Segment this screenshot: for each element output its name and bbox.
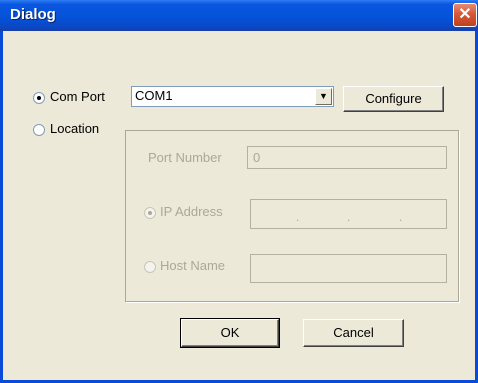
ip-address-dot: . bbox=[399, 210, 403, 224]
configure-button-label: Configure bbox=[365, 91, 422, 106]
location-radio[interactable] bbox=[33, 124, 45, 136]
dialog-window: Dialog ✕ Com Port COM1 ▼ Configure Locat… bbox=[0, 0, 478, 383]
cancel-button[interactable]: Cancel bbox=[303, 319, 404, 347]
close-icon: ✕ bbox=[458, 6, 472, 23]
ip-address-dot: . bbox=[296, 210, 300, 224]
port-number-value: 0 bbox=[253, 150, 261, 165]
configure-button[interactable]: Configure bbox=[343, 86, 444, 112]
cancel-button-label: Cancel bbox=[333, 325, 374, 340]
port-number-label: Port Number bbox=[148, 150, 222, 165]
port-number-field[interactable]: 0 bbox=[247, 146, 447, 169]
title-bar[interactable]: Dialog ✕ bbox=[0, 0, 478, 31]
ip-address-dot: . bbox=[347, 210, 351, 224]
window-title: Dialog bbox=[10, 6, 56, 23]
com-port-value: COM1 bbox=[135, 88, 173, 103]
ip-address-field[interactable]: . . . bbox=[250, 199, 447, 229]
location-label[interactable]: Location bbox=[50, 121, 99, 136]
com-port-select[interactable]: COM1 ▼ bbox=[131, 86, 334, 107]
host-name-field[interactable] bbox=[250, 254, 447, 283]
ok-button-label: OK bbox=[220, 325, 240, 340]
com-port-label[interactable]: Com Port bbox=[50, 89, 105, 104]
close-button[interactable]: ✕ bbox=[453, 3, 477, 27]
host-name-radio[interactable] bbox=[144, 261, 156, 273]
host-name-label[interactable]: Host Name bbox=[160, 258, 225, 273]
ok-button[interactable]: OK bbox=[180, 318, 280, 348]
com-port-radio[interactable] bbox=[33, 92, 45, 104]
ip-address-radio[interactable] bbox=[144, 207, 156, 219]
ip-address-label[interactable]: IP Address bbox=[160, 204, 223, 219]
chevron-down-icon[interactable]: ▼ bbox=[315, 88, 332, 105]
